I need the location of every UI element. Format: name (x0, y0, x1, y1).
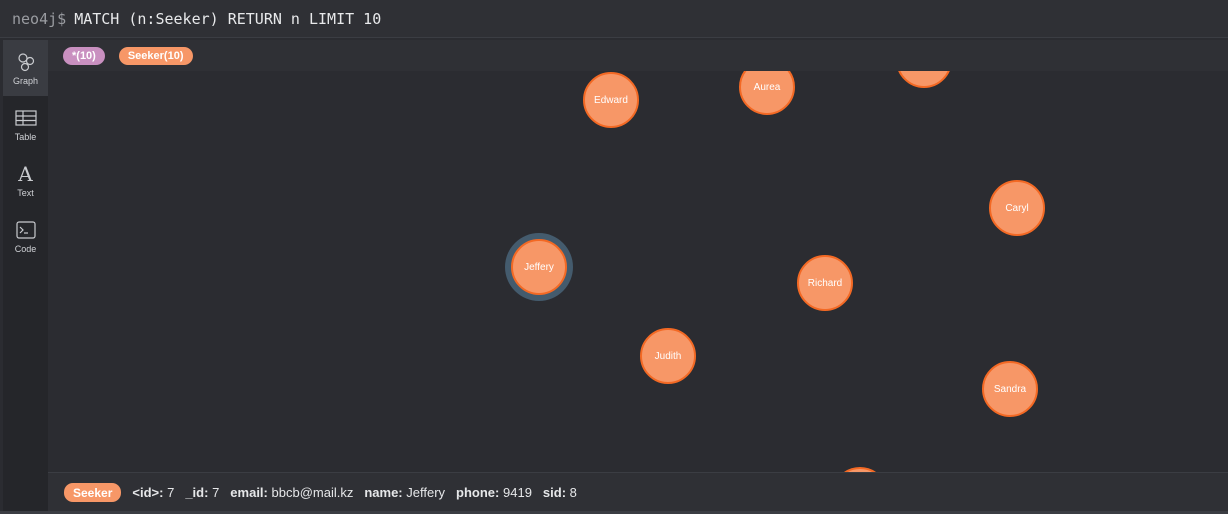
graph-node-richard[interactable]: Richard (797, 255, 853, 311)
graph-canvas[interactable]: Edward Aurea Caryl Jeffery Richard Judit… (48, 71, 1228, 472)
nav-code-label: Code (14, 243, 37, 254)
prop-id: <id>: 7 (132, 485, 175, 500)
graph-node-sandra[interactable]: Sandra (982, 361, 1038, 417)
selected-node-label-pill[interactable]: Seeker (64, 483, 122, 502)
prop-phone: phone: 9419 (456, 485, 532, 500)
query-text[interactable]: MATCH (n:Seeker) RETURN n LIMIT 10 (74, 10, 381, 28)
all-nodes-pill[interactable]: *(10) (63, 46, 105, 65)
node-properties-bar: Seeker <id>: 7 _id: 7 email: bbcb@mail.k… (48, 472, 1228, 512)
graph-node-aurea[interactable]: Aurea (739, 71, 795, 115)
code-icon (15, 219, 36, 241)
label-filter-bar: *(10) Seeker(10) (48, 40, 1228, 71)
query-bar[interactable]: neo4j$ MATCH (n:Seeker) RETURN n LIMIT 1… (0, 0, 1228, 38)
seeker-label-pill[interactable]: Seeker(10) (118, 46, 193, 65)
query-prompt: neo4j$ (12, 9, 67, 28)
prop-sid: sid: 8 (542, 485, 577, 500)
text-icon: A (18, 161, 33, 186)
table-icon (14, 107, 37, 129)
nav-text[interactable]: A Text (3, 152, 48, 208)
nav-text-label: Text (17, 187, 34, 198)
left-nav: Graph Table A Text Code (3, 40, 48, 514)
graph-node-partial-top[interactable] (896, 71, 952, 88)
nav-table-label: Table (14, 131, 37, 142)
nav-table[interactable]: Table (3, 96, 48, 152)
nav-graph-label: Graph (12, 75, 38, 86)
graph-node-jeffery[interactable]: Jeffery (511, 239, 567, 295)
prop-name: name: Jeffery (364, 485, 446, 500)
graph-node-caryl[interactable]: Caryl (989, 180, 1045, 236)
prop-underscore-id: _id: 7 (185, 485, 220, 500)
nav-graph[interactable]: Graph (3, 40, 48, 96)
graph-icon (16, 51, 36, 73)
prop-email: email: bbcb@mail.kz (230, 485, 354, 500)
graph-node-edward[interactable]: Edward (583, 72, 639, 128)
nav-code[interactable]: Code (3, 208, 48, 264)
graph-node-judith[interactable]: Judith (640, 328, 696, 384)
